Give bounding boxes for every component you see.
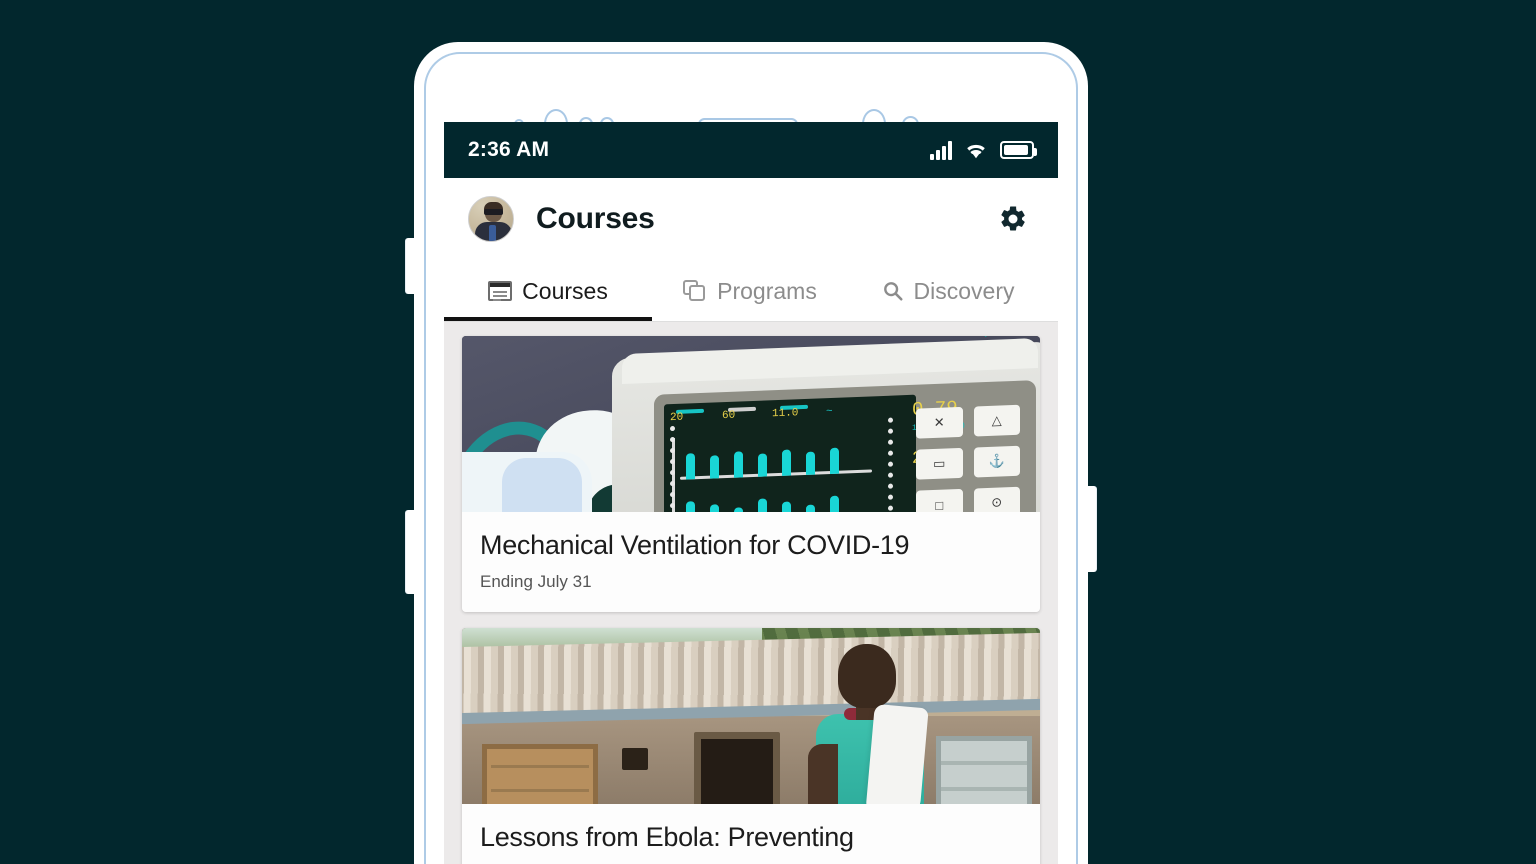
avatar[interactable] [468, 196, 514, 242]
keypad-key: △ [973, 404, 1020, 437]
search-icon [883, 282, 903, 301]
white-towel-shape [865, 703, 929, 804]
copy-icon [683, 280, 707, 302]
dark-doorway-shape [694, 731, 780, 804]
app-bar: Courses [444, 178, 1058, 260]
battery-icon [1000, 141, 1037, 159]
vent-value-3: 11.0 [772, 407, 799, 421]
wooden-door-shape [482, 743, 598, 804]
phone-screen: 2:36 AM Courses Courses Programs Discove… [444, 122, 1058, 864]
settings-button[interactable] [992, 198, 1034, 240]
gear-icon [1001, 206, 1025, 231]
tab-discovery[interactable]: Discovery [848, 260, 1048, 322]
course-card-body: Lessons from Ebola: Preventing [462, 803, 1040, 864]
tab-discovery-label: Discovery [913, 277, 1015, 304]
course-card-subtitle: Ending July 31 [480, 571, 592, 591]
ebola-health-worker-photo [462, 627, 1040, 804]
page-title: Courses [536, 202, 655, 235]
tab-bar: Courses Programs Discovery [444, 260, 1058, 322]
tab-courses[interactable]: Courses [444, 260, 652, 322]
power-button[interactable] [1086, 486, 1096, 572]
course-card[interactable]: 20 60 11.0 ~ ✕ △ ▭ ⚓ □ ⊙ Mechanical Vent… [462, 336, 1040, 612]
course-card-body: Mechanical Ventilation for COVID-19 Endi… [462, 512, 1040, 612]
vent-value-2: 60 [722, 409, 736, 423]
health-worker-figure [808, 643, 929, 804]
tab-courses-label: Courses [522, 277, 608, 304]
status-bar-clock: 2:36 AM [468, 138, 550, 161]
volume-down-button[interactable] [406, 510, 416, 594]
vent-value-4: ~ [826, 405, 833, 419]
course-card-title: Lessons from Ebola: Preventing [480, 821, 854, 852]
screenshot-stage: 2:36 AM Courses Courses Programs Discove… [0, 0, 1536, 864]
ventilator-illustration: 20 60 11.0 ~ ✕ △ ▭ ⚓ □ ⊙ [462, 336, 1040, 512]
volume-up-button[interactable] [406, 238, 416, 294]
vent-value-1: 20 [670, 411, 684, 425]
status-bar: 2:36 AM [444, 122, 1058, 178]
window-shape [622, 747, 648, 770]
signal-icon [930, 140, 952, 160]
course-card-title: Mechanical Ventilation for COVID-19 [480, 530, 910, 560]
list-icon [488, 281, 513, 301]
tab-programs[interactable]: Programs [652, 260, 848, 322]
wifi-icon [965, 142, 987, 159]
course-card[interactable]: Lessons from Ebola: Preventing [462, 627, 1040, 864]
phone-frame: 2:36 AM Courses Courses Programs Discove… [406, 42, 1096, 864]
active-tab-indicator [444, 317, 652, 321]
shutter-shape [936, 735, 1032, 804]
avatar-tie [489, 225, 496, 241]
patient-body-shape [462, 452, 1040, 512]
avatar-sunglasses [484, 209, 503, 215]
status-bar-icons [930, 140, 1037, 160]
keypad-key: ✕ [916, 406, 963, 439]
tab-programs-label: Programs [717, 277, 817, 304]
course-list[interactable]: 20 60 11.0 ~ ✕ △ ▭ ⚓ □ ⊙ Mechanical Vent… [444, 322, 1058, 864]
